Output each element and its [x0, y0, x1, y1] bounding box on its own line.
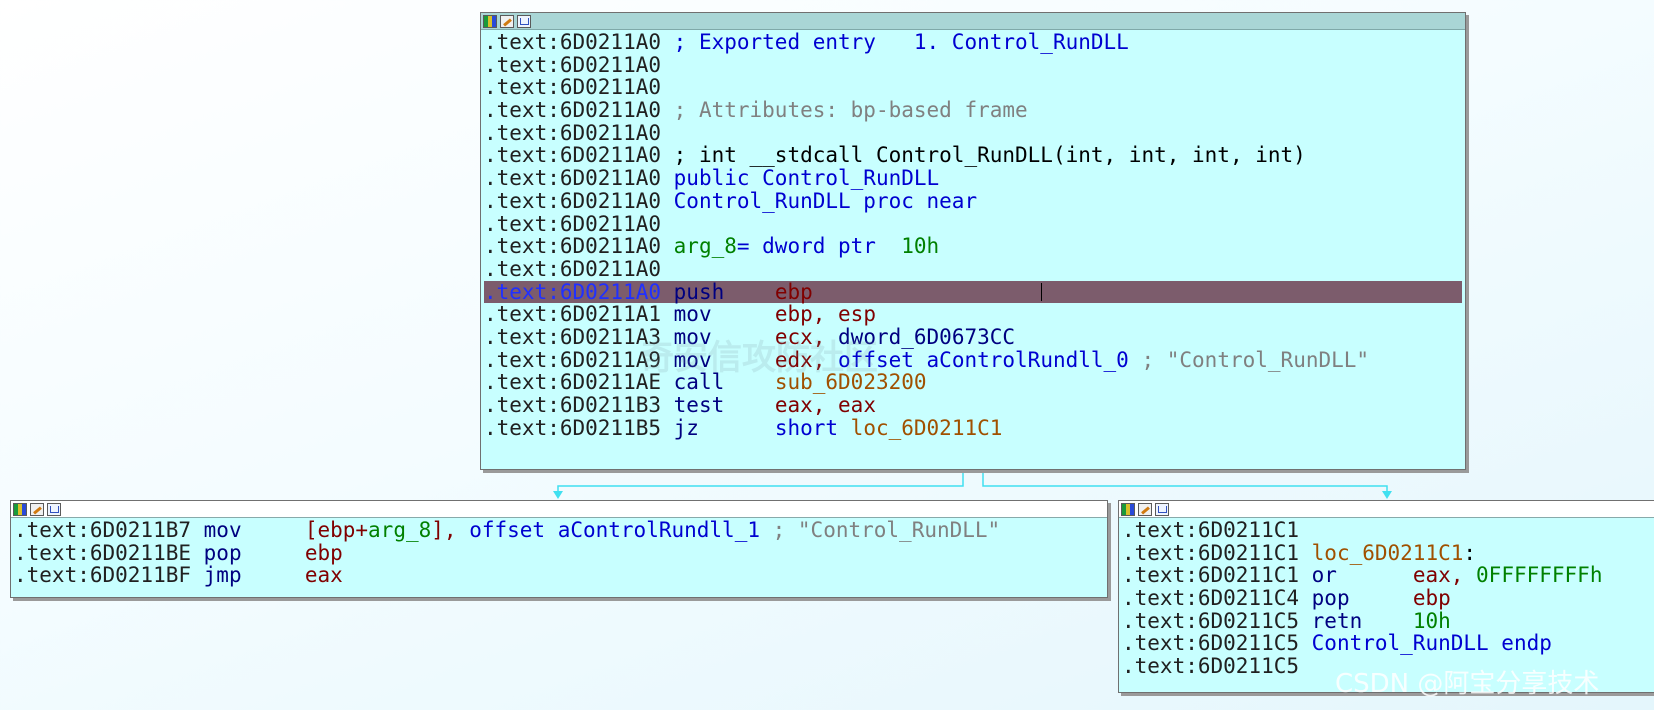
code-line[interactable]: .text:6D0211A0 [484, 258, 1462, 281]
graph-view-icon[interactable] [47, 502, 61, 516]
text-cursor [1041, 282, 1042, 301]
color-palette-icon[interactable] [13, 502, 27, 516]
edit-node-icon[interactable] [1138, 502, 1152, 516]
node-title-bar [11, 501, 1107, 518]
csdn-watermark: CSDN @阿宝分享技术 [1335, 669, 1600, 699]
code-line[interactable]: .text:6D0211BE pop ebp [14, 541, 1104, 565]
code-line[interactable]: .text:6D0211C1 [1122, 519, 1654, 542]
code-line[interactable]: .text:6D0211A1 mov ebp, esp [484, 303, 1462, 326]
node-code[interactable]: .text:6D0211B7 mov [ebp+arg_8], offset a… [11, 518, 1107, 589]
code-line[interactable]: .text:6D0211C4 pop ebp [1122, 587, 1654, 610]
color-palette-icon[interactable] [1121, 502, 1135, 516]
code-line[interactable]: .text:6D0211A0 arg_8= dword ptr 10h [484, 235, 1462, 258]
edge-false-branch [557, 470, 964, 496]
code-line[interactable]: .text:6D0211A0 [484, 53, 1462, 77]
code-line[interactable]: .text:6D0211A0 [484, 121, 1462, 145]
code-line[interactable]: .text:6D0211B5 jz short loc_6D0211C1 [484, 416, 1462, 440]
graph-view-icon[interactable] [1155, 502, 1169, 516]
code-line[interactable]: .text:6D0211B3 test eax, eax [484, 394, 1462, 417]
code-line[interactable]: .text:6D0211A0 ; Exported entry 1. Contr… [484, 31, 1462, 54]
edge-true-branch [982, 470, 1388, 496]
edge-false-arrow [553, 491, 563, 499]
code-line[interactable]: .text:6D0211A0 [484, 212, 1462, 236]
code-line[interactable]: .text:6D0211A3 mov ecx, dword_6D0673CC [484, 326, 1462, 349]
graph-node-entry[interactable]: .text:6D0211A0 ; Exported entry 1. Contr… [480, 12, 1466, 470]
node-title-bar [1119, 501, 1654, 518]
code-line[interactable]: .text:6D0211C5 retn 10h [1122, 609, 1654, 633]
edit-node-icon[interactable] [30, 502, 44, 516]
node-code[interactable]: .text:6D0211A0 ; Exported entry 1. Contr… [481, 30, 1465, 441]
code-line[interactable]: .text:6D0211A0 public Control_RunDLL [484, 167, 1462, 190]
code-line[interactable]: .text:6D0211A0 [484, 76, 1462, 99]
code-line-selected[interactable]: .text:6D0211A0 push ebp [484, 280, 1462, 304]
edit-node-icon[interactable] [500, 14, 514, 28]
code-line[interactable]: .text:6D0211A0 ; int __stdcall Control_R… [484, 144, 1462, 167]
graph-node-fallthrough[interactable]: .text:6D0211B7 mov [ebp+arg_8], offset a… [10, 500, 1108, 598]
edge-true-arrow [1382, 491, 1392, 499]
code-line[interactable]: .text:6D0211C1 loc_6D0211C1: [1122, 541, 1654, 565]
background-watermark: 奇安信攻防社区 [640, 338, 878, 378]
code-line[interactable]: .text:6D0211B7 mov [ebp+arg_8], offset a… [14, 519, 1104, 542]
node-title-bar [481, 13, 1465, 30]
code-line[interactable]: .text:6D0211AE call sub_6D023200 [484, 371, 1462, 394]
code-line[interactable]: .text:6D0211C1 or eax, 0FFFFFFFFh [1122, 564, 1654, 587]
code-line[interactable]: .text:6D0211BF jmp eax [14, 564, 1104, 587]
node-code[interactable]: .text:6D0211C1 .text:6D0211C1 loc_6D0211… [1119, 518, 1654, 680]
code-line[interactable]: .text:6D0211A0 Control_RunDLL proc near [484, 189, 1462, 213]
code-line[interactable]: .text:6D0211C5 Control_RunDLL endp [1122, 632, 1654, 655]
code-line[interactable]: .text:6D0211A9 mov edx, offset aControlR… [484, 348, 1462, 372]
color-palette-icon[interactable] [483, 14, 497, 28]
graph-view-icon[interactable] [517, 14, 531, 28]
code-line[interactable]: .text:6D0211A0 ; Attributes: bp-based fr… [484, 99, 1462, 122]
